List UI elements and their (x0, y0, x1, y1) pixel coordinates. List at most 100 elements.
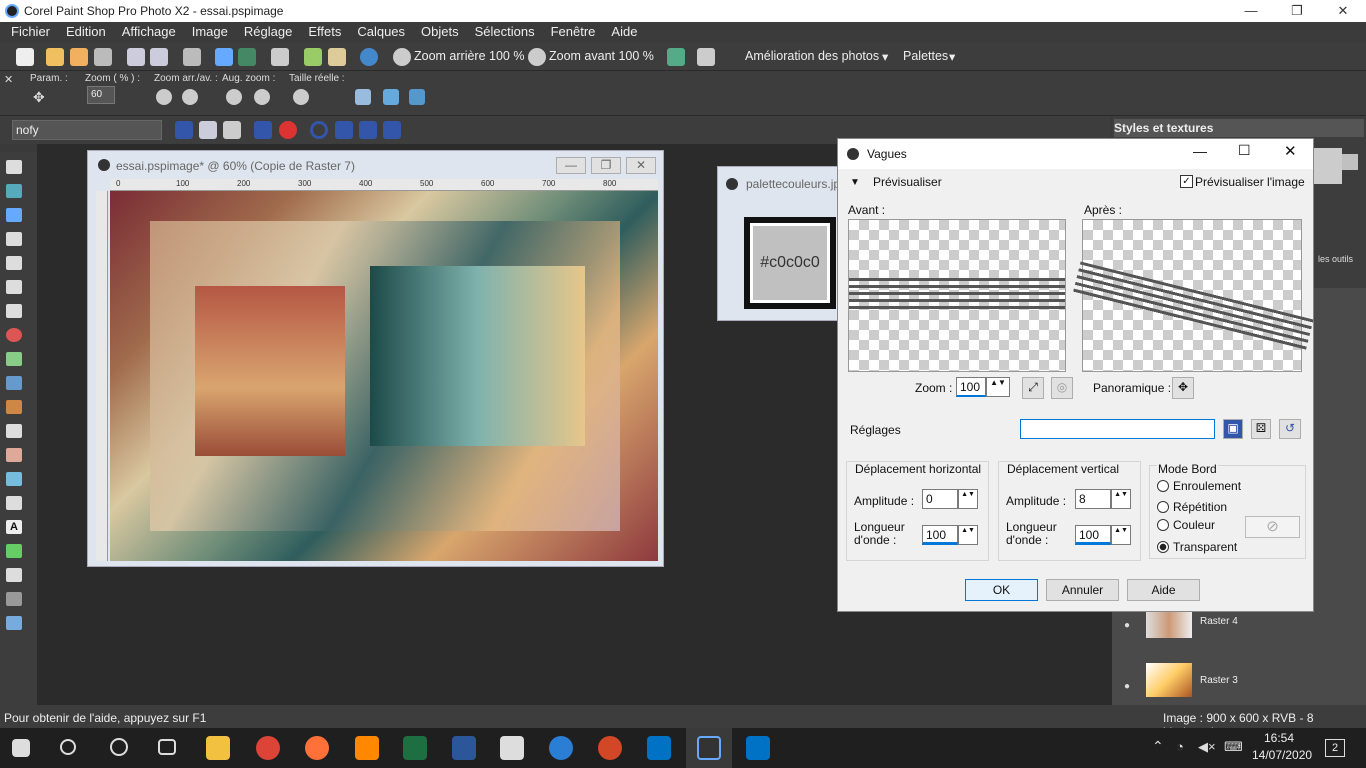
zoom-out-icon[interactable] (393, 48, 411, 66)
menu-fenetre[interactable]: Fenêtre (543, 22, 604, 43)
chrome-icon[interactable] (256, 736, 280, 760)
maximize-button[interactable]: ❐ (1274, 0, 1320, 22)
print-icon[interactable] (183, 48, 201, 66)
preview-collapse-icon[interactable]: ▼ (850, 177, 860, 188)
outlook-icon[interactable] (647, 736, 671, 760)
color-swatch-bg[interactable] (1342, 154, 1358, 170)
h-wavelength-spinner[interactable]: ▲▼ (958, 525, 978, 545)
image-minimize-button[interactable]: — (556, 157, 586, 174)
file-explorer-icon[interactable] (206, 736, 230, 760)
random-preset-button[interactable]: ⚄ (1251, 419, 1271, 439)
zoom-out-button[interactable]: Zoom arrière 100 % (414, 49, 524, 63)
pen-tool-icon[interactable] (6, 568, 22, 582)
straighten-tool-icon[interactable] (6, 304, 22, 318)
settings-select[interactable] (1020, 419, 1215, 439)
makeover-tool-icon[interactable] (6, 352, 22, 366)
paintshop-icon[interactable] (697, 736, 721, 760)
preview-toggle[interactable]: Prévisualiser (873, 175, 942, 189)
document-icon[interactable] (697, 48, 715, 66)
network-icon[interactable]: ◔ (1176, 739, 1184, 754)
smudge-tool-icon[interactable] (6, 448, 22, 462)
help-button[interactable]: Aide (1127, 579, 1200, 601)
record-script-icon[interactable] (254, 121, 272, 139)
zoom-percent-input[interactable]: 60 (87, 86, 115, 104)
shape-tool-icon[interactable] (6, 544, 22, 558)
save-script-icon[interactable] (383, 121, 401, 139)
ok-button[interactable]: OK (965, 579, 1038, 601)
paint-brush-tool-icon[interactable] (6, 400, 22, 414)
stop-script-icon[interactable] (279, 121, 297, 139)
app-blue-icon[interactable] (549, 736, 573, 760)
task-view-icon[interactable] (158, 739, 176, 755)
excel-icon[interactable] (403, 736, 427, 760)
keyboard-icon[interactable]: ⌨ (1224, 739, 1243, 755)
cancel-script-icon[interactable] (359, 121, 377, 139)
save-as-icon[interactable] (150, 48, 168, 66)
outlook-2-icon[interactable] (746, 736, 770, 760)
pause-icon[interactable] (335, 121, 353, 139)
scan-icon[interactable] (94, 48, 112, 66)
menu-reglage[interactable]: Réglage (236, 22, 300, 43)
menu-objets[interactable]: Objets (413, 22, 467, 43)
enhance-photos-menu[interactable]: Amélioration des photos (745, 49, 879, 63)
browse-icon[interactable] (70, 48, 88, 66)
menu-fichier[interactable]: Fichier (3, 22, 58, 43)
zoom-in-small-icon[interactable] (182, 89, 198, 105)
palettes-dropdown-icon[interactable]: ▾ (949, 49, 955, 64)
reset-preset-button[interactable]: ↺ (1279, 419, 1301, 439)
visibility-icon[interactable]: ● (1124, 620, 1130, 631)
edge-color-swatch[interactable]: ⊘ (1245, 516, 1300, 538)
save-preset-button[interactable]: ▣ (1223, 419, 1243, 439)
pan-button[interactable]: ✥ (1172, 377, 1194, 399)
cancel-button[interactable]: Annuler (1046, 579, 1119, 601)
menu-selections[interactable]: Sélections (467, 22, 543, 43)
option-b-icon[interactable] (383, 89, 399, 105)
red-eye-tool-icon[interactable] (6, 328, 22, 342)
radio-repetition[interactable] (1157, 501, 1169, 513)
new-file-icon[interactable] (16, 48, 34, 66)
crop-tool-icon[interactable] (6, 280, 22, 294)
dialog-close-button[interactable]: ✕ (1284, 142, 1297, 160)
visibility-icon[interactable]: ● (1124, 681, 1130, 692)
radio-transparent[interactable] (1157, 541, 1169, 553)
fit-preview-button[interactable]: ⤢ (1022, 377, 1044, 399)
dialog-maximize-button[interactable]: ☐ (1238, 142, 1251, 159)
clock-date[interactable]: 14/07/2020 (1252, 748, 1312, 762)
save-icon[interactable] (127, 48, 145, 66)
h-amplitude-input[interactable]: 0 (922, 489, 958, 509)
cortana-icon[interactable] (110, 738, 128, 756)
minimize-button[interactable]: — (1228, 0, 1274, 22)
image-close-button[interactable]: ✕ (626, 157, 656, 174)
redo-icon[interactable] (238, 48, 256, 66)
before-preview[interactable] (848, 219, 1066, 372)
v-wavelength-spinner[interactable]: ▲▼ (1111, 525, 1131, 545)
zoom-decrease-icon[interactable] (254, 89, 270, 105)
zoom-tool-button[interactable]: ◎ (1051, 377, 1073, 399)
undo-icon[interactable] (215, 48, 233, 66)
materials-icon[interactable] (328, 48, 346, 66)
actual-size-icon[interactable] (293, 89, 309, 105)
script-select[interactable]: nofy (12, 120, 162, 140)
clone-tool-icon[interactable] (6, 376, 22, 390)
pencil-tool-icon[interactable] (6, 616, 22, 630)
layer-row[interactable]: ● Raster 3 (1124, 661, 1354, 701)
fill-tool-icon[interactable] (6, 472, 22, 486)
h-wavelength-input[interactable]: 100 (922, 525, 958, 545)
zoom-spinner-icon[interactable]: ▲▼ (986, 377, 1010, 397)
radio-enroulement[interactable] (1157, 480, 1169, 492)
pan-tool-icon[interactable] (6, 160, 22, 174)
radio-couleur[interactable] (1157, 519, 1169, 531)
open-file-icon[interactable] (46, 48, 64, 66)
zoom-tool-icon[interactable] (6, 184, 22, 198)
palettes-menu[interactable]: Palettes (903, 49, 948, 63)
volume-icon[interactable]: ◀× (1198, 739, 1216, 755)
menu-edition[interactable]: Edition (58, 22, 114, 43)
firefox-icon[interactable] (305, 736, 329, 760)
zoom-increase-icon[interactable] (226, 89, 242, 105)
run-script-icon[interactable] (175, 121, 193, 139)
menu-image[interactable]: Image (184, 22, 236, 43)
preview-image-checkbox[interactable]: ✓ (1180, 175, 1193, 188)
zoom-in-icon[interactable] (528, 48, 546, 66)
search-icon[interactable] (60, 739, 76, 755)
image-maximize-button[interactable]: ❐ (591, 157, 621, 174)
